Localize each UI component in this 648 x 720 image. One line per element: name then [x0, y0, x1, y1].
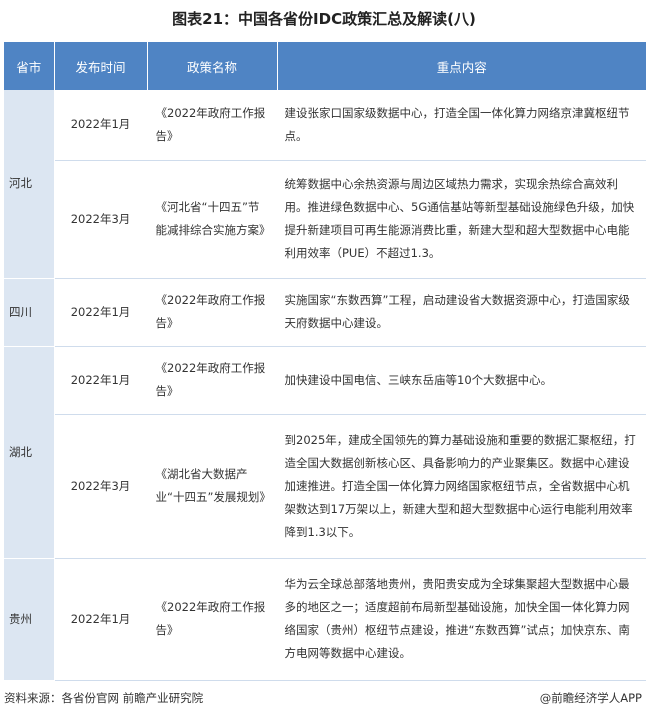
date-cell: 2022年3月 — [54, 160, 148, 279]
table-row: 2022年3月 《河北省“十四五”节能减排综合实施方案》 统筹数据中心余热资源与… — [4, 160, 646, 279]
date-cell: 2022年3月 — [54, 414, 148, 559]
province-cell: 湖北 — [4, 346, 55, 559]
key-content-cell: 统筹数据中心余热资源与周边区域热力需求，实现余热综合高效利用。推进绿色数据中心、… — [277, 160, 646, 279]
brand-credit: @前瞻经济学人APP — [539, 691, 642, 705]
table-header-row: 省市 发布时间 政策名称 重点内容 — [4, 42, 646, 90]
key-content-cell: 建设张家口国家级数据中心，打造全国一体化算力网络京津冀枢纽节点。 — [277, 90, 646, 161]
date-cell: 2022年1月 — [54, 90, 148, 161]
table-row: 四川 2022年1月 《2022年政府工作报告》 实施国家“东数西算”工程，启动… — [4, 278, 646, 347]
policy-name-cell: 《2022年政府工作报告》 — [147, 346, 278, 415]
policy-name-cell: 《2022年政府工作报告》 — [147, 90, 278, 161]
key-content-cell: 加快建设中国电信、三峡东岳庙等10个大数据中心。 — [277, 346, 646, 415]
key-content-cell: 到2025年，建成全国领先的算力基础设施和重要的数据汇聚枢纽，打造全国大数据创新… — [277, 414, 646, 559]
policy-name-cell: 《2022年政府工作报告》 — [147, 278, 278, 347]
header-province: 省市 — [4, 42, 55, 90]
province-cell: 河北 — [4, 90, 55, 279]
province-cell: 四川 — [4, 278, 55, 347]
table-row: 湖北 2022年1月 《2022年政府工作报告》 加快建设中国电信、三峡东岳庙等… — [4, 346, 646, 559]
header-date: 发布时间 — [54, 42, 148, 90]
province-cell: 贵州 — [4, 558, 55, 681]
table-row: 贵州 2022年1月 《2022年政府工作报告》 华为云全球总部落地贵州，贵阳贵… — [4, 558, 646, 681]
chart-title: 图表21：中国各省份IDC政策汇总及解读(八) — [172, 10, 476, 28]
key-content-cell: 实施国家“东数西算”工程，启动建设省大数据资源中心，打造国家级天府数据中心建设。 — [277, 278, 646, 347]
header-policy-name: 政策名称 — [147, 42, 278, 90]
date-cell: 2022年1月 — [54, 558, 148, 681]
key-content-cell: 华为云全球总部落地贵州，贵阳贵安成为全球集聚超大型数据中心最多的地区之一；适度超… — [277, 558, 646, 681]
header-key-content: 重点内容 — [277, 42, 646, 90]
table-row: 河北 2022年1月 《2022年政府工作报告》 建设张家口国家级数据中心，打造… — [4, 90, 646, 279]
policy-name-cell: 《河北省“十四五”节能减排综合实施方案》 — [147, 160, 278, 279]
date-cell: 2022年1月 — [54, 278, 148, 347]
source-note: 资料来源：各省份官网 前瞻产业研究院 — [4, 691, 204, 705]
policy-table: 省市 发布时间 政策名称 重点内容 河北 2022年1月 《2022年政府工作报… — [4, 42, 646, 681]
table-row: 2022年3月 《湖北省大数据产业“十四五”发展规划》 到2025年，建成全国领… — [4, 414, 646, 559]
policy-name-cell: 《湖北省大数据产业“十四五”发展规划》 — [147, 414, 278, 559]
date-cell: 2022年1月 — [54, 346, 148, 415]
policy-name-cell: 《2022年政府工作报告》 — [147, 558, 278, 681]
